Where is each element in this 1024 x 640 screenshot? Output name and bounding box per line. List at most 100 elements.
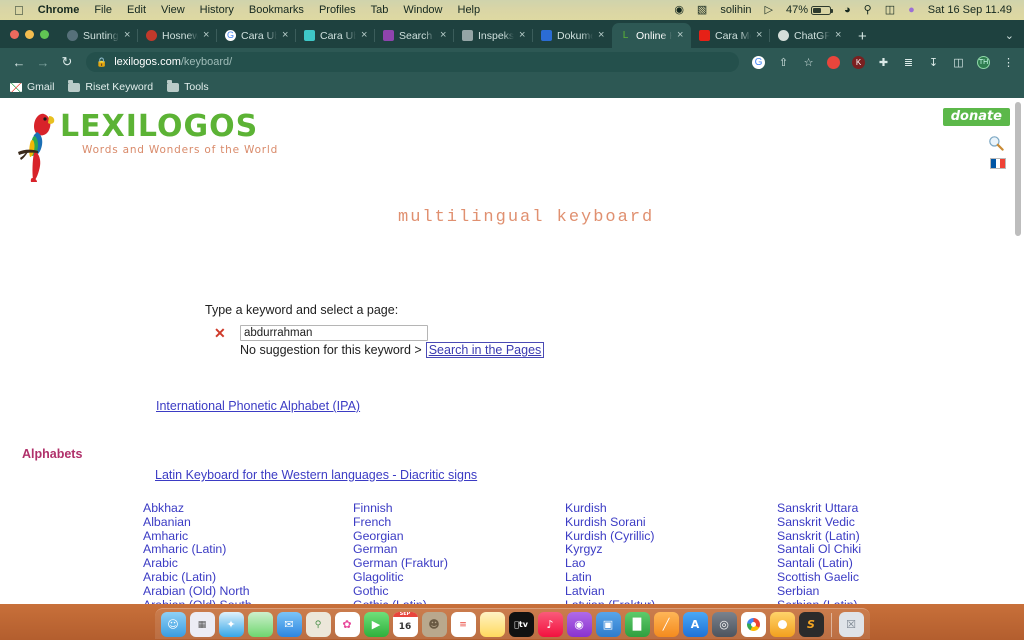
close-tab-icon[interactable]: × <box>203 30 212 41</box>
language-link[interactable]: Finnish <box>353 502 565 516</box>
browser-tab[interactable]: Sunting P × <box>59 23 138 48</box>
bookmark-gmail[interactable]: Gmail <box>10 81 54 93</box>
battery-icon[interactable]: 47% <box>786 4 831 16</box>
language-link[interactable]: Amharic <box>143 530 353 544</box>
chrome-menu-icon[interactable]: ⋮ <box>1001 55 1016 70</box>
language-link[interactable]: Serbian <box>777 585 997 599</box>
forward-button[interactable]: → <box>32 51 54 73</box>
language-link[interactable]: German <box>353 543 565 557</box>
minimize-window-button[interactable] <box>25 30 34 39</box>
back-button[interactable]: ← <box>8 51 30 73</box>
language-link[interactable]: German (Fraktur) <box>353 557 565 571</box>
language-link[interactable]: Kurdish <box>565 502 777 516</box>
maximize-window-button[interactable] <box>40 30 49 39</box>
language-link[interactable]: Santali (Latin) <box>777 557 997 571</box>
extension-k-icon[interactable]: K <box>851 55 866 70</box>
bookmark-riset-keyword[interactable]: Riset Keyword <box>68 81 153 93</box>
menu-item-edit[interactable]: Edit <box>127 4 146 16</box>
language-link[interactable]: French <box>353 516 565 530</box>
language-link[interactable]: Gothic <box>353 585 565 599</box>
display-icon[interactable]: ▧ <box>697 5 707 16</box>
dock-item-settings[interactable]: ◎ <box>712 612 737 637</box>
keyword-input[interactable] <box>240 325 428 341</box>
dock-item-facetime[interactable]: ▶ <box>364 612 389 637</box>
site-logo[interactable]: LEXILOGOS Words and Wonders of the World <box>14 106 278 188</box>
menu-item-bookmarks[interactable]: Bookmarks <box>249 4 304 16</box>
latin-keyboard-link[interactable]: Latin Keyboard for the Western languages… <box>155 468 477 482</box>
dock-item-notes[interactable] <box>480 612 505 637</box>
language-link[interactable]: Amharic (Latin) <box>143 543 353 557</box>
language-link[interactable]: Scottish Gaelic <box>777 571 997 585</box>
control-center-icon[interactable]: ▷ <box>765 5 773 16</box>
magnifier-icon[interactable] <box>988 135 1004 151</box>
share-icon[interactable]: ⇧ <box>776 55 791 70</box>
language-link[interactable]: Kurdish Sorani <box>565 516 777 530</box>
browser-tab[interactable]: Dokumen × <box>533 23 612 48</box>
window-traffic-lights[interactable] <box>6 20 59 48</box>
language-link[interactable]: Kurdish (Cyrillic) <box>565 530 777 544</box>
siri-icon[interactable]: ● <box>908 5 915 16</box>
page-scrollbar-thumb[interactable] <box>1015 102 1021 236</box>
dock-item-calendar[interactable]: SEP16 <box>393 612 418 637</box>
tab-search-chevron-down-icon[interactable]: ⌄ <box>1005 29 1024 48</box>
close-window-button[interactable] <box>10 30 19 39</box>
menu-item-view[interactable]: View <box>161 4 185 16</box>
dock-item-contacts[interactable]: ☻ <box>422 612 447 637</box>
extension-red-icon[interactable] <box>826 55 841 70</box>
reading-list-icon[interactable]: ≣ <box>901 55 916 70</box>
dock-item-podcasts-green[interactable] <box>248 612 273 637</box>
browser-tab[interactable]: Cara Ubah × <box>296 23 375 48</box>
dock-item-reminders[interactable]: ≡ <box>451 612 476 637</box>
profile-avatar-icon[interactable]: TH <box>976 55 991 70</box>
language-link[interactable]: Glagolitic <box>353 571 565 585</box>
close-tab-icon[interactable]: × <box>677 30 686 41</box>
menu-item-chrome[interactable]: Chrome <box>38 4 80 16</box>
browser-tab[interactable]: G Cara Ubah × <box>217 23 296 48</box>
browser-tab[interactable]: Hosnews × <box>138 23 217 48</box>
dock-item-ringcentral[interactable] <box>770 612 795 637</box>
eye-icon[interactable]: ◉ <box>674 5 684 16</box>
clear-keyword-icon[interactable]: ✕ <box>214 325 226 342</box>
close-tab-icon[interactable]: × <box>124 30 133 41</box>
dock-item-trash[interactable]: ☒ <box>839 612 864 637</box>
browser-tab-active[interactable]: L Online Ke × <box>612 23 691 48</box>
search-in-pages-link[interactable]: Search in the Pages <box>426 342 545 358</box>
dock-item-sublime-text[interactable]: S <box>799 612 824 637</box>
menu-item-history[interactable]: History <box>200 4 234 16</box>
address-bar[interactable]: 🔒 lexilogos.com/keyboard/ <box>86 52 739 72</box>
language-link[interactable]: Georgian <box>353 530 565 544</box>
language-link[interactable]: Sanskrit (Latin) <box>777 530 997 544</box>
language-link[interactable]: Arabian (Old) North <box>143 585 353 599</box>
browser-tab[interactable]: ChatGPT × <box>770 23 849 48</box>
close-tab-icon[interactable]: × <box>598 30 607 41</box>
menu-item-file[interactable]: File <box>94 4 112 16</box>
menu-item-tab[interactable]: Tab <box>371 4 389 16</box>
language-link[interactable]: Kyrgyz <box>565 543 777 557</box>
donate-button[interactable]: donate <box>943 108 1010 126</box>
dock-item-maps[interactable]: ⚲ <box>306 612 331 637</box>
screen-mirroring-icon[interactable]: ◫ <box>885 5 895 16</box>
menubar-clock[interactable]: Sat 16 Sep 11.49 <box>928 5 1012 16</box>
french-flag-icon[interactable] <box>990 158 1006 169</box>
side-panel-icon[interactable]: ◫ <box>951 55 966 70</box>
language-link[interactable]: Sanskrit Uttara <box>777 502 997 516</box>
dock-item-pages[interactable]: ╱ <box>654 612 679 637</box>
language-link[interactable]: Latin <box>565 571 777 585</box>
browser-tab[interactable]: Search for × <box>375 23 454 48</box>
dock-item-launchpad[interactable]: ▦ <box>190 612 215 637</box>
dock-item-app-store[interactable]: A <box>683 612 708 637</box>
dock-item-podcasts[interactable]: ◉ <box>567 612 592 637</box>
menu-item-help[interactable]: Help <box>458 4 481 16</box>
google-icon[interactable]: G <box>751 55 766 70</box>
menu-item-profiles[interactable]: Profiles <box>319 4 356 16</box>
browser-tab[interactable]: Inspeksi U × <box>454 23 533 48</box>
puzzle-extensions-icon[interactable]: ✚ <box>876 55 891 70</box>
language-link[interactable]: Santali Ol Chiki <box>777 543 997 557</box>
language-link[interactable]: Latvian <box>565 585 777 599</box>
close-tab-icon[interactable]: × <box>835 30 844 41</box>
close-tab-icon[interactable]: × <box>440 30 449 41</box>
bookmark-tools[interactable]: Tools <box>167 81 209 93</box>
dock-item-apple-tv[interactable]: tv <box>509 612 534 637</box>
reload-button[interactable]: ↻ <box>56 51 78 73</box>
language-link[interactable]: Abkhaz <box>143 502 353 516</box>
